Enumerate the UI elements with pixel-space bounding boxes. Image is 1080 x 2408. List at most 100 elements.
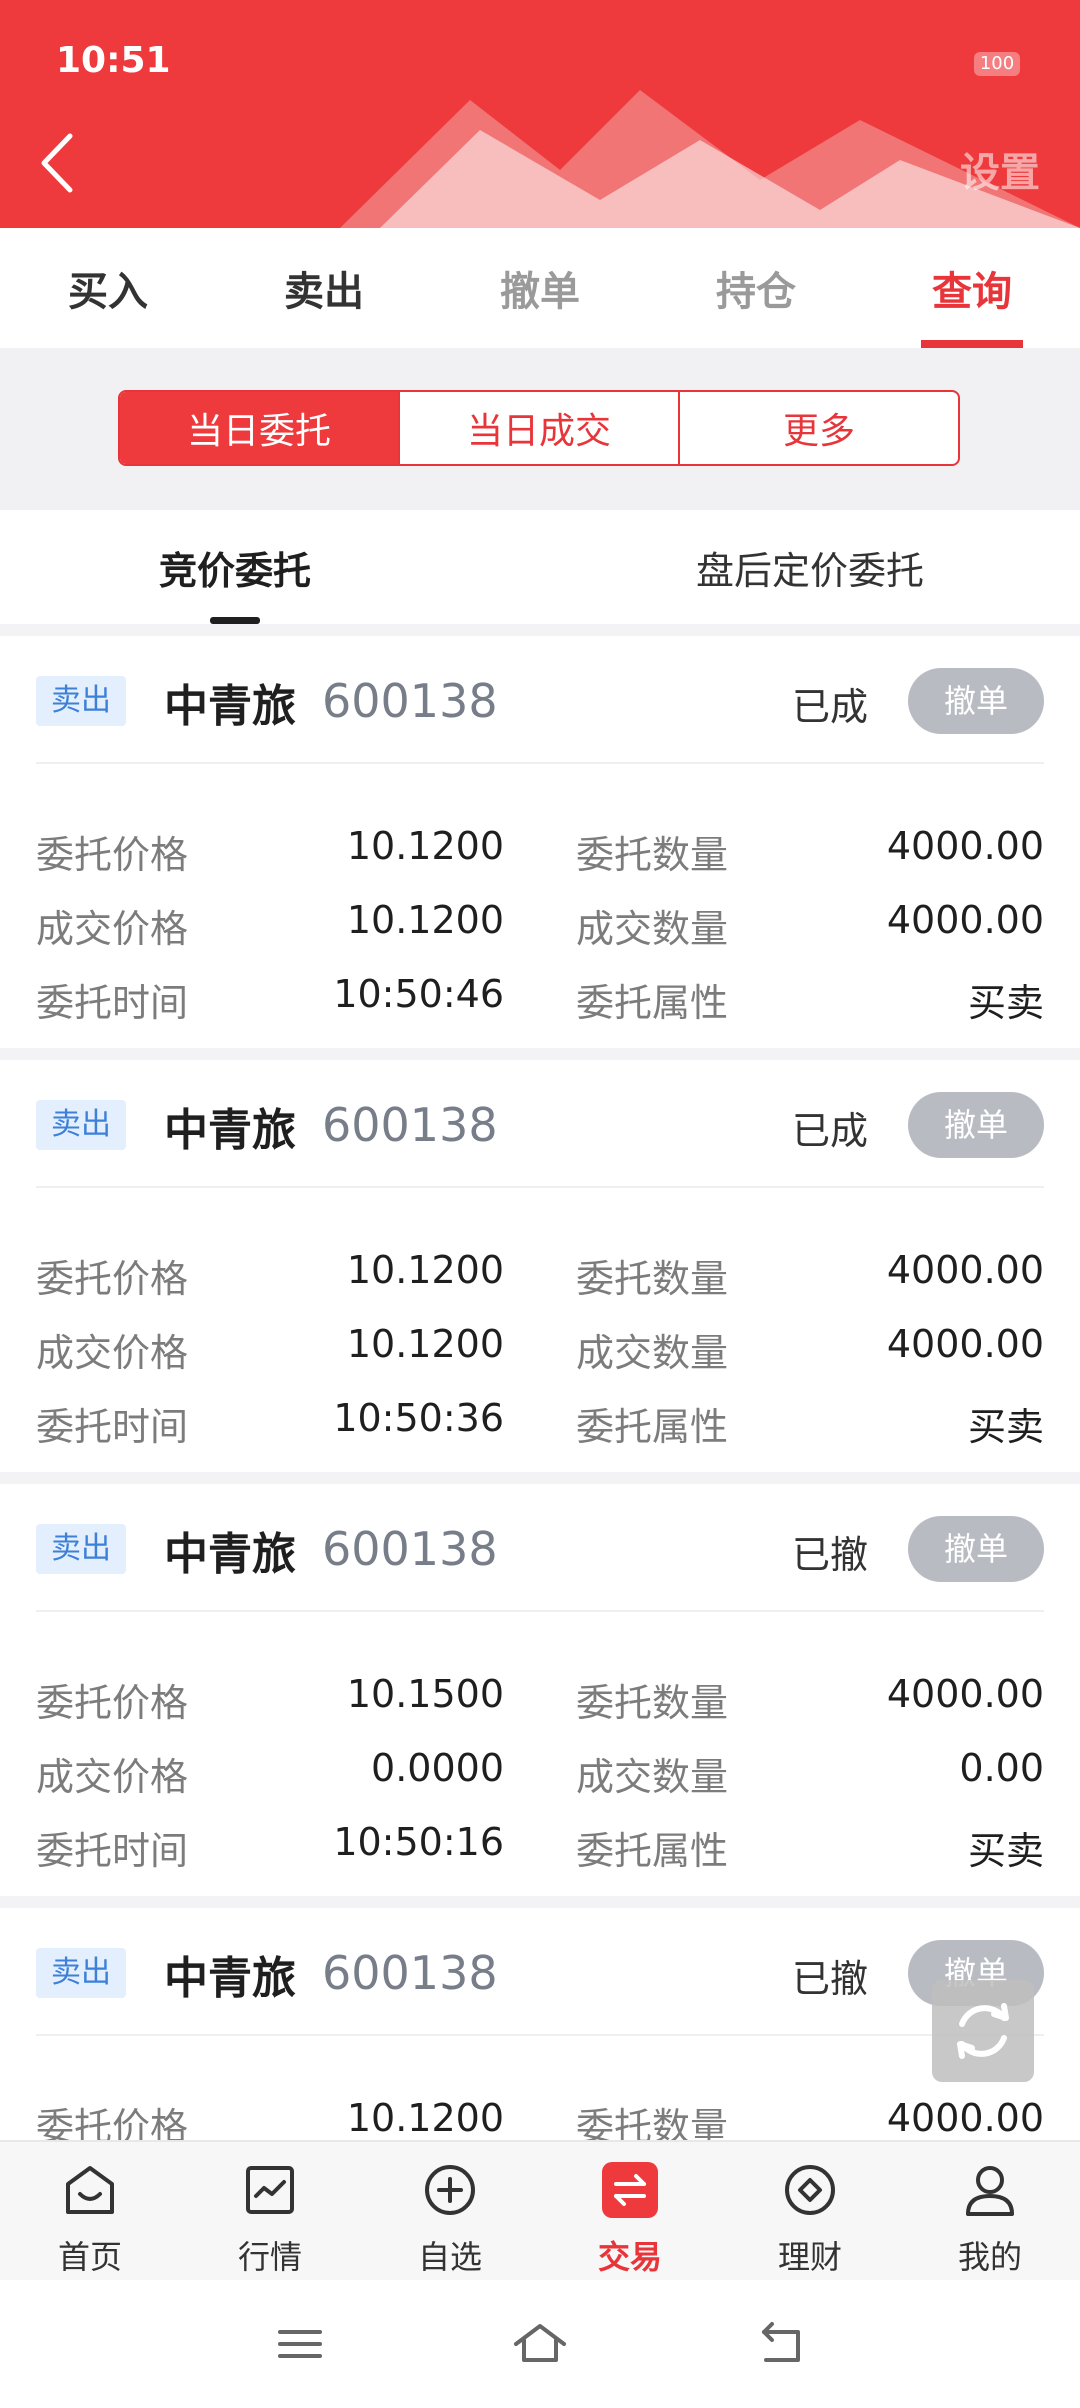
order-side-badge: 卖出 xyxy=(36,1524,126,1574)
tab-cancel[interactable]: 撤单 xyxy=(432,228,648,348)
stock-name: 中青旅 xyxy=(164,1953,296,2004)
field-value: 0.00 xyxy=(959,1746,1044,1790)
nav-wealth[interactable]: 理财 xyxy=(720,2142,900,2282)
nav-label: 行情 xyxy=(237,2238,302,2276)
field-label: 委托数量 xyxy=(576,1257,729,1301)
tab-after-hours-orders[interactable]: 盘后定价委托 xyxy=(660,510,960,624)
order-card-header: 卖出 中青旅 600138 已成 撤单 xyxy=(36,636,1044,764)
bottom-navigation: 首页 行情 自选 交易 理财 我的 xyxy=(0,2140,1080,2282)
field-value: 10.1500 xyxy=(346,1672,504,1716)
field-value: 买卖 xyxy=(967,1829,1044,1873)
battery-icon: 100 xyxy=(974,52,1020,76)
order-side-badge: 卖出 xyxy=(36,676,126,726)
query-type-section: 当日委托 当日成交 更多 xyxy=(0,348,1080,510)
nav-watchlist[interactable]: 自选 xyxy=(360,2142,540,2282)
stock-code: 600138 xyxy=(322,674,498,728)
home-icon xyxy=(66,2166,114,2214)
menu-icon[interactable] xyxy=(270,2314,330,2374)
plus-circle-icon xyxy=(425,2165,475,2215)
tab-sell[interactable]: 卖出 xyxy=(216,228,432,348)
field-label: 委托数量 xyxy=(576,1681,729,1725)
order-card-header: 卖出 中青旅 600138 已成 撤单 xyxy=(36,1060,1044,1188)
refresh-button[interactable] xyxy=(932,1980,1034,2082)
field-label: 委托时间 xyxy=(36,1829,189,1873)
nav-profile[interactable]: 我的 xyxy=(900,2142,1080,2282)
field-label: 成交价格 xyxy=(36,1755,189,1799)
nav-label: 首页 xyxy=(57,2238,122,2276)
back-icon[interactable] xyxy=(34,130,84,196)
chart-icon xyxy=(246,2166,294,2214)
field-value: 买卖 xyxy=(967,1405,1044,1449)
order-card-header: 卖出 中青旅 600138 已撤 撤单 xyxy=(36,1484,1044,1612)
field-value: 4000.00 xyxy=(886,1322,1044,1366)
field-label: 委托价格 xyxy=(36,1681,189,1725)
field-value: 4000.00 xyxy=(886,824,1044,868)
segment-more[interactable]: 更多 xyxy=(678,392,958,464)
order-type-tabs: 竞价委托 盘后定价委托 xyxy=(0,510,1080,624)
user-icon xyxy=(966,2166,1014,2216)
order-side-badge: 卖出 xyxy=(36,1100,126,1150)
nav-home[interactable]: 首页 xyxy=(0,2142,180,2282)
order-side-badge: 卖出 xyxy=(36,1948,126,1998)
field-value: 10.1200 xyxy=(346,898,504,942)
nav-trade[interactable]: 交易 xyxy=(540,2142,720,2282)
cancel-order-button[interactable]: 撤单 xyxy=(908,1092,1044,1158)
field-value: 0.0000 xyxy=(371,1746,504,1790)
field-label: 委托价格 xyxy=(36,1257,189,1301)
tab-positions[interactable]: 持仓 xyxy=(648,228,864,348)
field-value: 买卖 xyxy=(967,981,1044,1025)
field-label: 成交数量 xyxy=(576,1755,729,1799)
field-value: 10:50:16 xyxy=(333,1820,504,1864)
field-value: 4000.00 xyxy=(886,1248,1044,1292)
nav-label: 自选 xyxy=(417,2238,482,2276)
order-card: 卖出 中青旅 600138 已成 撤单 委托价格 10.1200 委托数量 40… xyxy=(0,1060,1080,1472)
field-value: 4000.00 xyxy=(886,2096,1044,2140)
nav-market[interactable]: 行情 xyxy=(180,2142,360,2282)
tab-auction-orders[interactable]: 竞价委托 xyxy=(120,510,350,624)
field-label: 委托属性 xyxy=(576,1405,729,1449)
field-label: 成交数量 xyxy=(576,1331,729,1375)
field-value: 10.1200 xyxy=(346,824,504,868)
order-list: 卖出 中青旅 600138 已成 撤单 委托价格 10.1200 委托数量 40… xyxy=(0,636,1080,2140)
stock-name: 中青旅 xyxy=(164,1105,296,1156)
tab-query[interactable]: 查询 xyxy=(864,228,1080,348)
field-value: 10.1200 xyxy=(346,1248,504,1292)
field-label: 委托价格 xyxy=(36,833,189,877)
order-card-header: 卖出 中青旅 600138 已撤 撤单 xyxy=(36,1908,1044,2036)
field-value: 10:50:36 xyxy=(333,1396,504,1440)
order-status: 已撤 xyxy=(791,1957,868,2001)
segment-today-orders[interactable]: 当日委托 xyxy=(120,392,398,464)
field-label: 委托数量 xyxy=(576,2105,729,2140)
field-label: 委托价格 xyxy=(36,2105,189,2140)
query-type-segmented-control: 当日委托 当日成交 更多 xyxy=(118,390,960,466)
order-card: 卖出 中青旅 600138 已撤 撤单 委托价格 10.1200 委托数量 40… xyxy=(0,1908,1080,2140)
header-background-decoration xyxy=(340,90,1080,228)
nav-label: 我的 xyxy=(957,2238,1022,2276)
field-value: 4000.00 xyxy=(886,898,1044,942)
field-label: 成交数量 xyxy=(576,907,729,951)
home-system-icon[interactable] xyxy=(510,2314,570,2374)
order-status: 已成 xyxy=(791,1109,868,1153)
stock-name: 中青旅 xyxy=(164,1529,296,1580)
cancel-order-button[interactable]: 撤单 xyxy=(908,1516,1044,1582)
field-label: 委托时间 xyxy=(36,1405,189,1449)
status-time: 10:51 xyxy=(56,40,171,81)
refresh-icon xyxy=(957,2003,1009,2059)
field-value: 10.1200 xyxy=(346,1322,504,1366)
exchange-icon xyxy=(602,2162,658,2218)
nav-label: 交易 xyxy=(597,2238,662,2276)
field-label: 委托时间 xyxy=(36,981,189,1025)
settings-link[interactable]: 设置 xyxy=(960,140,1040,198)
field-value: 10:50:46 xyxy=(333,972,504,1016)
stock-code: 600138 xyxy=(322,1522,498,1576)
segment-today-deals[interactable]: 当日成交 xyxy=(398,392,678,464)
system-navigation-bar xyxy=(0,2280,1080,2408)
cancel-order-button[interactable]: 撤单 xyxy=(908,668,1044,734)
stock-name: 中青旅 xyxy=(164,681,296,732)
app-header: 10:51 100 设置 xyxy=(0,0,1080,228)
order-card: 卖出 中青旅 600138 已成 撤单 委托价格 10.1200 委托数量 40… xyxy=(0,636,1080,1048)
field-value: 4000.00 xyxy=(886,1672,1044,1716)
tab-buy[interactable]: 买入 xyxy=(0,228,216,348)
stock-code: 600138 xyxy=(322,1098,498,1152)
back-system-icon[interactable] xyxy=(750,2314,810,2374)
